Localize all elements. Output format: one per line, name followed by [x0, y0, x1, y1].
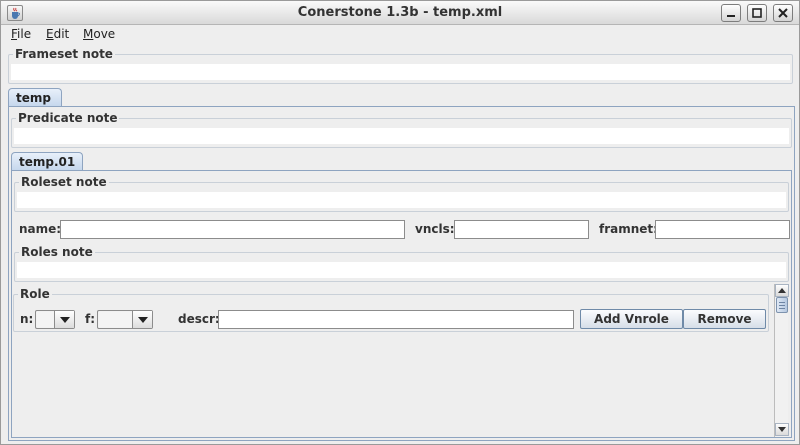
role-title: Role: [18, 287, 52, 301]
scroll-thumb[interactable]: [776, 297, 788, 313]
roles-note-panel: Roles note: [14, 245, 789, 282]
name-label: name:: [19, 222, 62, 236]
frameset-note-label: Frameset note: [13, 47, 115, 61]
framnet-field[interactable]: [655, 220, 790, 239]
roleset-note-panel: Roleset note: [14, 175, 789, 212]
role-descr-field[interactable]: [218, 310, 574, 329]
roles-note-label: Roles note: [19, 245, 95, 259]
scroll-down-button[interactable]: [775, 423, 789, 436]
tab-roleset[interactable]: temp.01: [11, 152, 83, 171]
vncls-label: vncls:: [415, 222, 455, 236]
maximize-icon: [752, 8, 762, 18]
minimize-button[interactable]: [721, 4, 741, 22]
predicate-note-field[interactable]: [14, 128, 789, 144]
tab-predicate[interactable]: temp: [8, 88, 62, 107]
menu-file[interactable]: File: [11, 27, 31, 41]
app-window: Conerstone 1.3b - temp.xml File Edit Mov…: [0, 0, 800, 445]
arrow-down-icon: [778, 427, 786, 432]
title-bar[interactable]: Conerstone 1.3b - temp.xml: [1, 1, 799, 25]
role-panel: Role n: f: descr: Add Vnrole Remove: [13, 287, 769, 332]
minimize-icon: [727, 15, 735, 17]
role-f-label: f:: [85, 312, 96, 326]
close-icon: [778, 8, 788, 18]
role-f-dropdown[interactable]: [97, 310, 153, 329]
frameset-note-panel: Frameset note: [8, 47, 793, 84]
chevron-down-icon: [138, 317, 148, 323]
roles-note-field[interactable]: [17, 262, 786, 278]
remove-button[interactable]: Remove: [683, 309, 766, 329]
name-field[interactable]: [60, 220, 405, 239]
window-title: Conerstone 1.3b - temp.xml: [297, 5, 503, 20]
vncls-field[interactable]: [454, 220, 589, 239]
roleset-tab-body: Roleset note name: vncls: framnet: Roles…: [11, 170, 792, 438]
frameset-note-field[interactable]: [11, 64, 790, 80]
predicate-note-label: Predicate note: [16, 111, 120, 125]
predicate-note-panel: Predicate note: [11, 111, 792, 148]
roleset-note-field[interactable]: [17, 192, 786, 208]
role-n-label: n:: [20, 312, 34, 326]
chevron-down-icon: [60, 317, 70, 323]
roleset-note-label: Roleset note: [19, 175, 109, 189]
arrow-up-icon: [778, 288, 786, 293]
predicate-tab-body: Predicate note temp.01 Roleset note name…: [8, 106, 795, 441]
framnet-label: framnet:: [599, 222, 658, 236]
menu-move[interactable]: Move: [83, 27, 115, 41]
roles-scrollbar[interactable]: [774, 284, 789, 437]
scroll-up-button[interactable]: [775, 284, 789, 297]
role-n-dropdown[interactable]: [35, 310, 75, 329]
add-vnrole-button[interactable]: Add Vnrole: [580, 309, 683, 329]
maximize-button[interactable]: [747, 4, 767, 22]
menu-edit[interactable]: Edit: [46, 27, 69, 41]
role-descr-label: descr:: [178, 312, 220, 326]
menu-bar: File Edit Move: [1, 25, 799, 44]
close-button[interactable]: [773, 4, 793, 22]
